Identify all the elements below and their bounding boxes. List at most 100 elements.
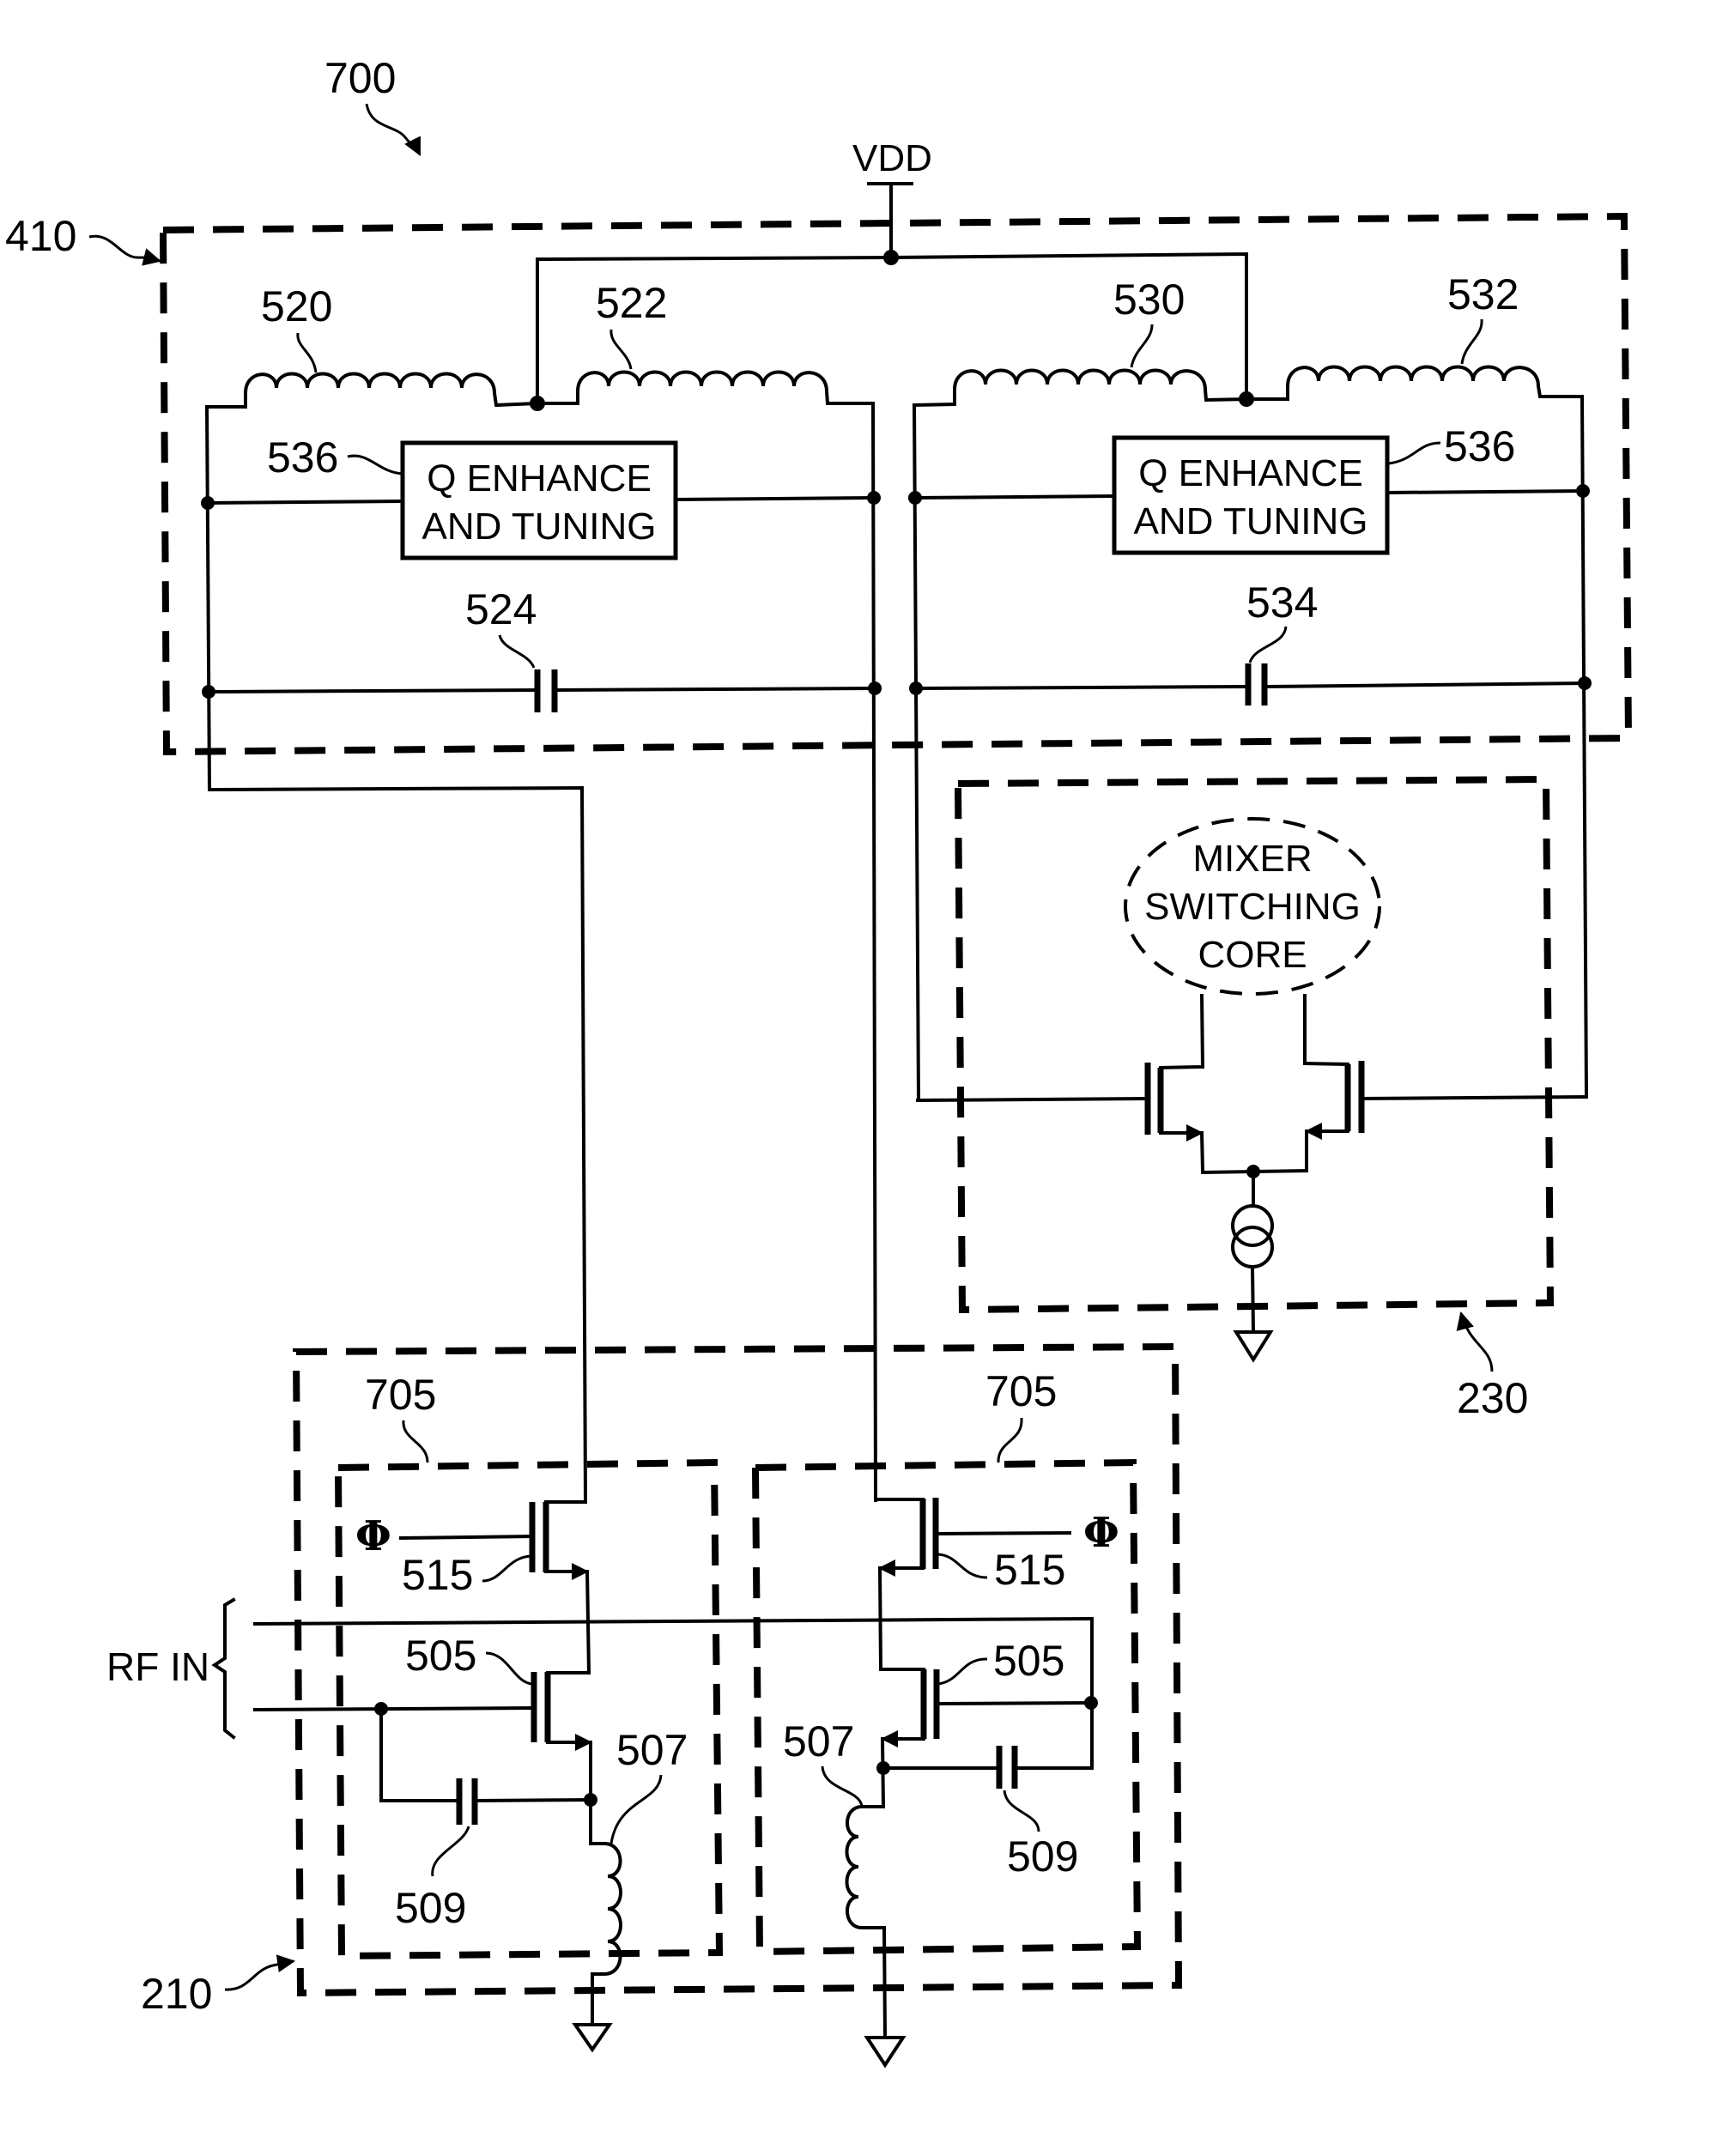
junction-dot (201, 496, 215, 510)
inductor-507-left-leader (609, 1774, 663, 1844)
mixer-core-line3: CORE (1198, 934, 1307, 976)
cap-534-right-wire (1264, 681, 1587, 689)
left-tank: 520 522 Q ENHANCE AND TUNING 536 524 (201, 279, 882, 1503)
q-block-right-line2: AND TUNING (1134, 500, 1368, 542)
block-410-load-tank: 410 520 522 Q ENHANCE AND TUNING 536 524… (5, 212, 1633, 1503)
inductor-520-label: 520 (261, 282, 332, 330)
mixer-left-drain (1158, 993, 1205, 1070)
cell-705-right-leader (997, 1417, 1023, 1463)
cell-705-left-label: 705 (365, 1371, 436, 1419)
inductor-532-leader (1460, 318, 1483, 365)
rf-in-positive-line (252, 1616, 1095, 1626)
block-210-lna: 210 RF IN 705 Φ 515 505 509 507 705 Φ 51… (106, 1342, 1183, 2068)
vdd-label: VDD (852, 137, 932, 179)
inductor-507-right (845, 1805, 886, 1929)
cascode-node-right (877, 1566, 883, 1672)
q-block-right-left-wire (913, 494, 1117, 500)
phase-input-right: Φ (1083, 1509, 1119, 1557)
cap-509-left-right-wire (474, 1797, 593, 1803)
mixer-left-gate-wire (915, 1096, 1150, 1103)
capacitor-509-left-leader (431, 1826, 470, 1877)
capacitor-534-label: 534 (1246, 578, 1318, 627)
transistor-515-left-leader (482, 1554, 531, 1583)
q-block-right-leader (1388, 441, 1441, 465)
right-tank-right-rail (1580, 394, 1589, 1099)
transistor-505-right-gate-wire (934, 1700, 1093, 1706)
inductor-532 (1245, 365, 1584, 401)
cap-524-right-wire (554, 686, 877, 693)
left-tank-right-rail (870, 401, 878, 1503)
cap-524-left-wire (206, 687, 538, 694)
junction-dot (202, 685, 215, 699)
cell-705-right-label: 705 (985, 1367, 1057, 1415)
transistor-505-right-leader (937, 1657, 988, 1686)
transistor-515-right-label: 515 (994, 1546, 1065, 1594)
inductor-530 (912, 368, 1249, 408)
mixer-left-source (1199, 1130, 1205, 1173)
q-block-left-leader (347, 454, 403, 475)
inductor-530-leader (1130, 324, 1154, 368)
q-block-right-ref: 536 (1444, 422, 1515, 470)
capacitor-509-right-leader (1003, 1790, 1040, 1832)
inductor-520-leader (296, 332, 318, 373)
junction-dot (909, 681, 923, 695)
capacitor-524-leader (498, 634, 536, 669)
inductor-522-label: 522 (596, 279, 667, 327)
figure-arrow (365, 103, 421, 156)
transistor-515-right-leader (937, 1553, 988, 1579)
figure-label-700: 700 (324, 54, 421, 156)
inductor-507-right-ground-wire (882, 1925, 888, 2040)
inductor-520 (205, 372, 540, 409)
mixer-right-gate-wire (1359, 1094, 1589, 1101)
circuit-diagram: 700 VDD 410 520 522 Q ENHANCE AND TUNING… (5, 54, 1633, 2068)
mixer-transistor-right (1303, 994, 1589, 1172)
block-410-label: 410 (5, 212, 76, 260)
mixer-core-line2: SWITCHING (1144, 886, 1361, 928)
junction-dot (1578, 676, 1592, 690)
transistor-505-right-label: 505 (993, 1637, 1064, 1685)
source-junction-dot (584, 1793, 597, 1807)
inductor-522 (536, 370, 875, 405)
phase-input-left: Φ (355, 1512, 391, 1560)
ground-icon (864, 2036, 907, 2068)
junction-dot (908, 491, 922, 505)
cap-509-left-wire (379, 1707, 459, 1802)
capacitor-524-label: 524 (465, 585, 537, 633)
mixer-core-line1: MIXER (1192, 838, 1312, 880)
cascode-node-left (585, 1569, 591, 1675)
inductor-522-leader (609, 329, 633, 370)
source-junction-dot (876, 1761, 890, 1775)
transistor-515-left-label: 515 (402, 1551, 473, 1599)
mixer-right-drain (1303, 994, 1350, 1067)
block-230-mixer: 230 MIXER SWITCHING CORE (915, 775, 1589, 1422)
inductor-530-label: 530 (1113, 276, 1185, 324)
ground-icon (572, 2023, 613, 2053)
junction-dot (867, 491, 881, 505)
figure-number: 700 (324, 54, 396, 102)
block-410-border (159, 212, 1633, 756)
junction-dot (868, 681, 882, 695)
block-210-label: 210 (141, 1970, 212, 2018)
capacitor-534-leader (1248, 626, 1288, 663)
right-tank-left-rail (912, 403, 921, 1103)
block-210-arrow (224, 1954, 296, 1991)
q-block-right-wire (673, 495, 876, 502)
transistor-505-left-label: 505 (405, 1632, 476, 1680)
q-block-right-right-wire (1385, 488, 1586, 495)
phase-gate-wire-right (933, 1530, 1072, 1536)
vdd-supply: VDD (852, 137, 932, 259)
inductor-507-left-label: 507 (616, 1726, 688, 1774)
lna-cell-705-right: 705 Φ 515 505 509 507 (751, 1367, 1142, 2068)
inductor-507-right-label: 507 (783, 1717, 854, 1765)
rf-in-label: RF IN (106, 1644, 209, 1689)
q-block-right-line1: Q ENHANCE (1138, 452, 1363, 494)
capacitor-509-right-label: 509 (1007, 1832, 1078, 1880)
q-block-left-line1: Q ENHANCE (427, 457, 652, 500)
junction-dot (1576, 484, 1590, 498)
block-410-arrow (88, 234, 162, 266)
phase-gate-wire-left (398, 1534, 535, 1541)
block-230-label: 230 (1457, 1374, 1528, 1422)
transistor-505-left-leader (485, 1651, 533, 1686)
gate-junction-dot (1084, 1696, 1098, 1710)
q-block-left-line2: AND TUNING (422, 506, 657, 548)
